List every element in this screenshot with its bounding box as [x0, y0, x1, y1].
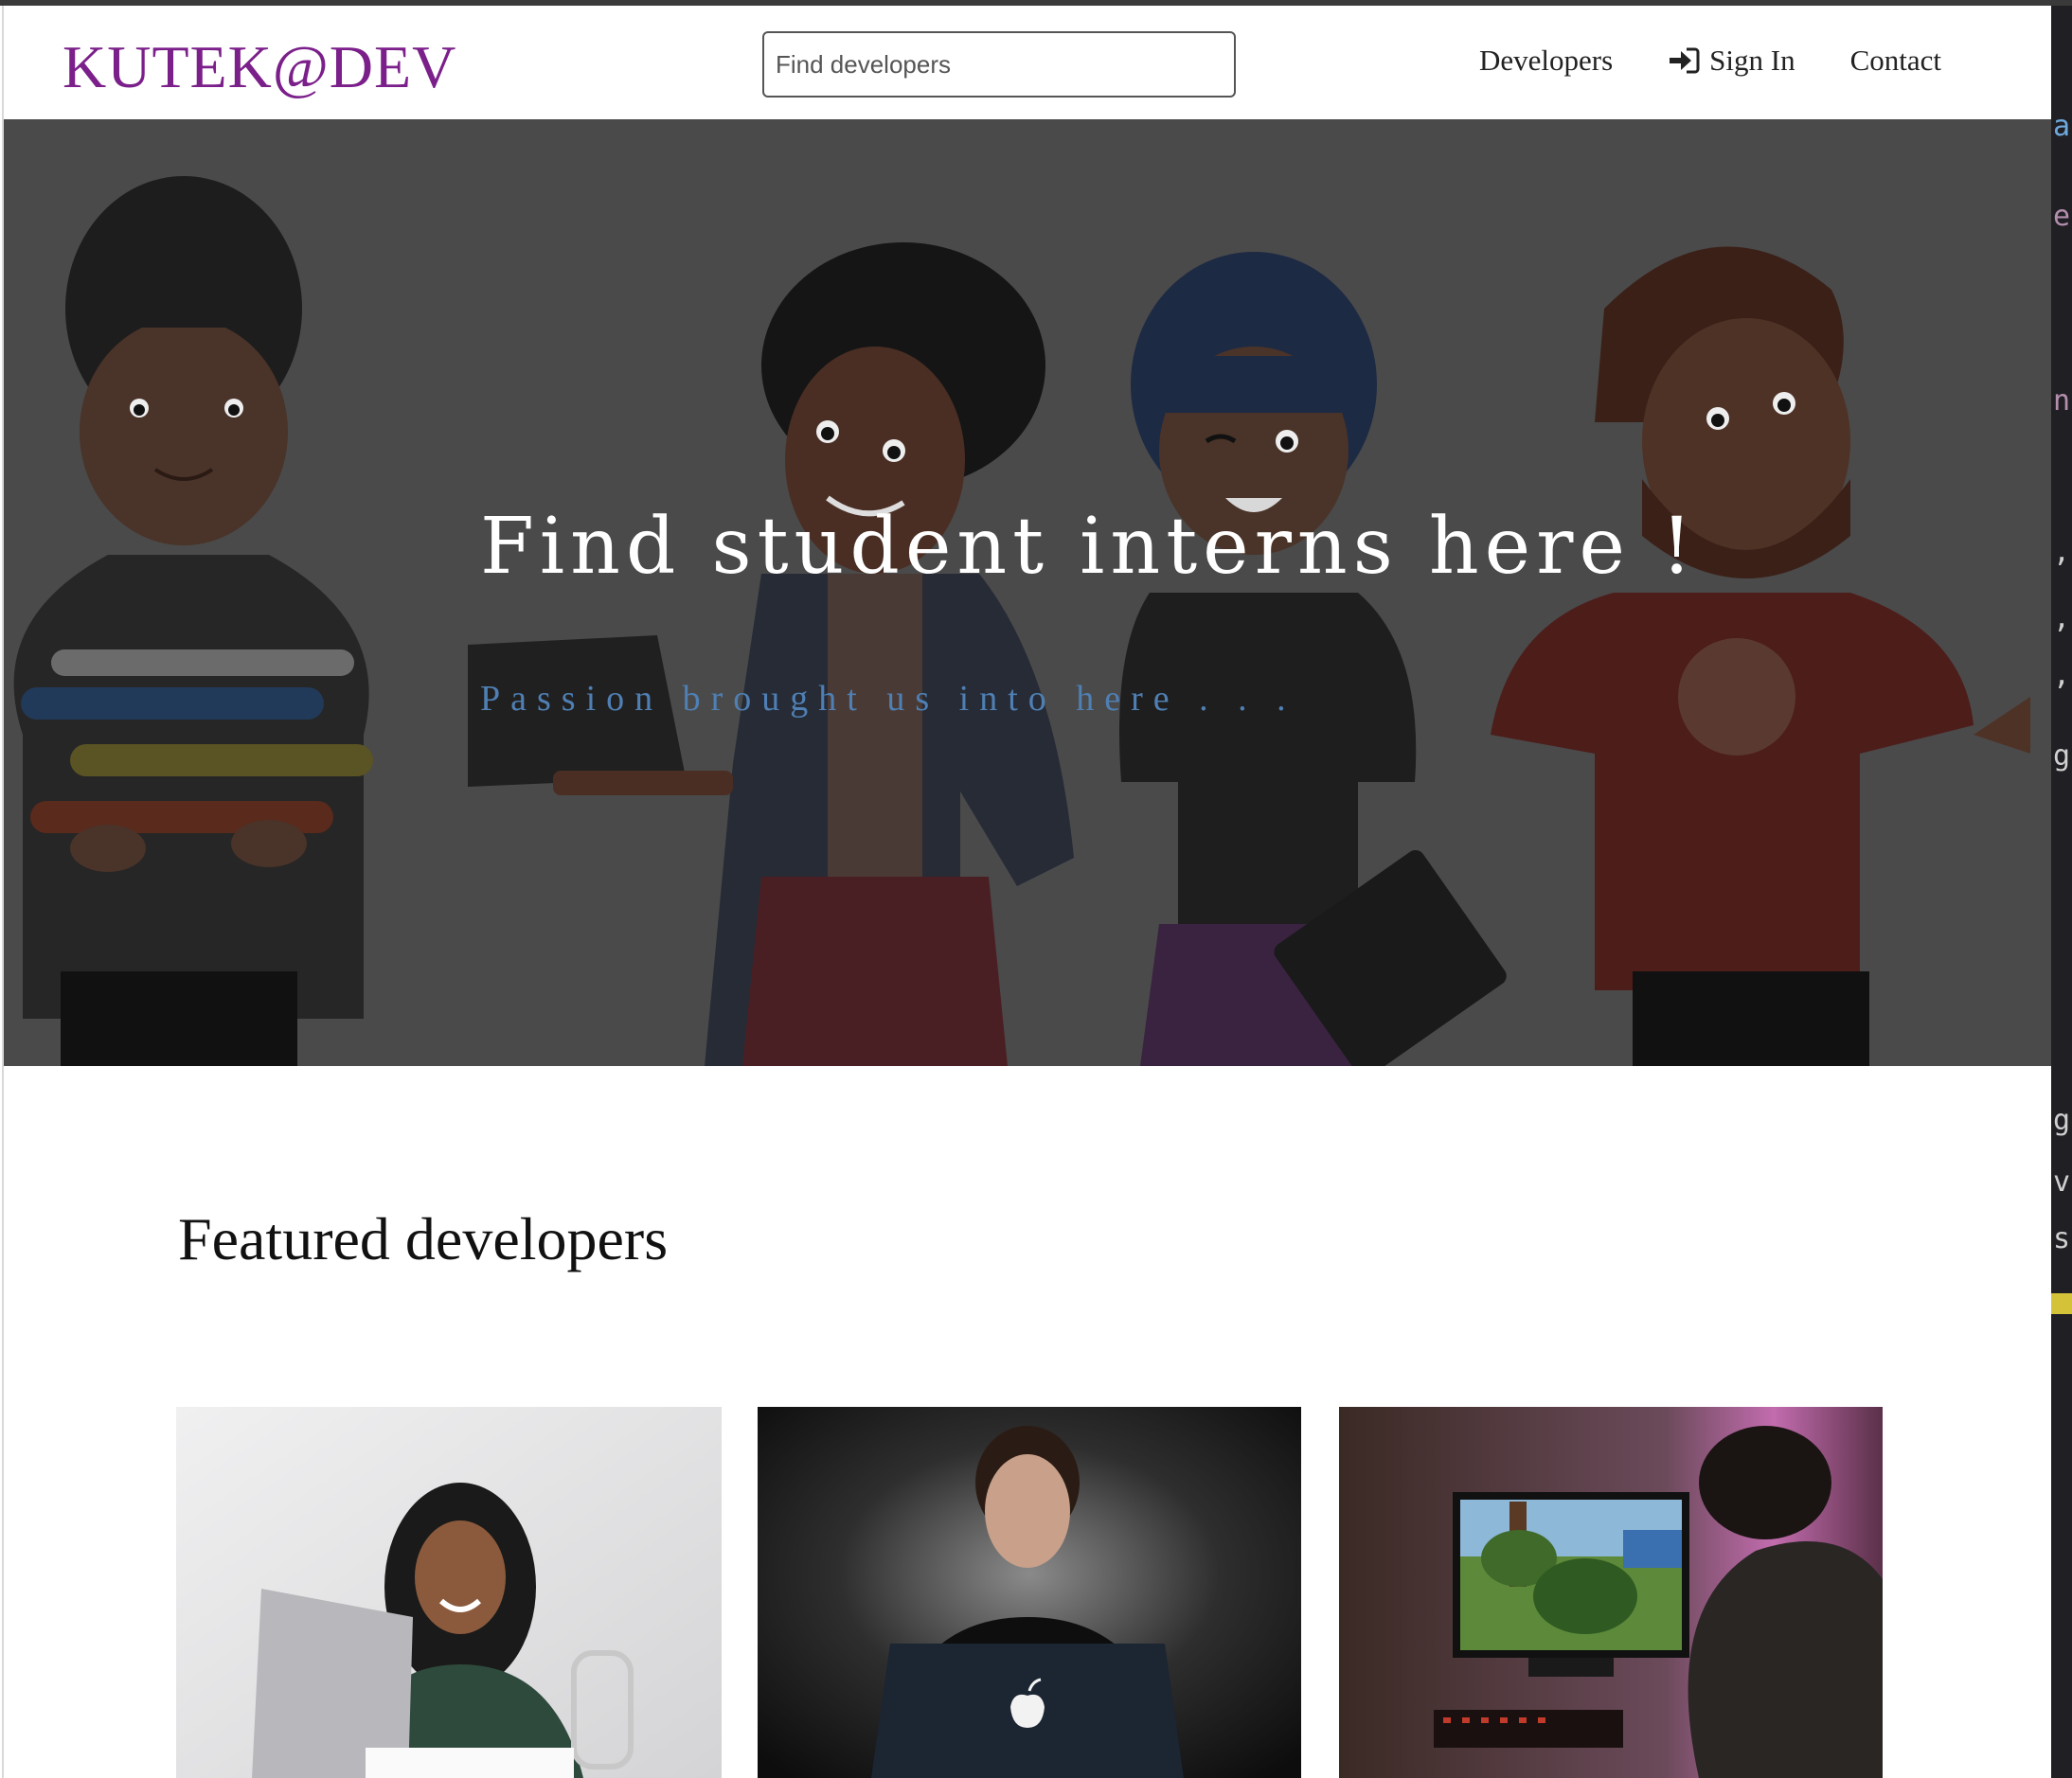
developer-card[interactable]: [176, 1407, 722, 1778]
navbar: KUTEK@DEV Developers Sign In Contact: [4, 6, 2051, 119]
brand-logo[interactable]: KUTEK@DEV: [63, 32, 456, 102]
nav-link-sign-in-label: Sign In: [1709, 44, 1795, 77]
developer-photo-man-macbook: [758, 1407, 1301, 1778]
featured-cards: [176, 1407, 1883, 1778]
background-editor-window: a e n , , , g g v s: [2051, 6, 2072, 1778]
hero-illustration: [4, 119, 2051, 1066]
featured-title: Featured developers: [178, 1205, 669, 1272]
nav-link-contact[interactable]: Contact: [1850, 44, 1941, 78]
nav-link-sign-in[interactable]: Sign In: [1668, 44, 1795, 78]
nav-link-contact-label: Contact: [1849, 44, 1941, 77]
developer-card[interactable]: [758, 1407, 1301, 1778]
hero-title: Find student interns here !: [480, 502, 1698, 592]
search-input[interactable]: [762, 31, 1236, 98]
hero-banner: Find student interns here ! Passion brou…: [4, 119, 2051, 1066]
nav-links: Developers Sign In Contact: [1479, 44, 1941, 78]
developer-photo-woman-laptop: [176, 1407, 722, 1778]
nav-link-developers-label: Developers: [1478, 44, 1614, 77]
developer-card[interactable]: [1339, 1407, 1883, 1778]
hero-subtitle: Passion brought us into here . . .: [480, 679, 1296, 719]
nav-link-developers[interactable]: Developers: [1479, 44, 1613, 78]
page: KUTEK@DEV Developers Sign In Contact: [2, 6, 2051, 1778]
sign-in-icon: [1668, 46, 1700, 75]
developer-photo-gamer-monitor: [1339, 1407, 1883, 1778]
